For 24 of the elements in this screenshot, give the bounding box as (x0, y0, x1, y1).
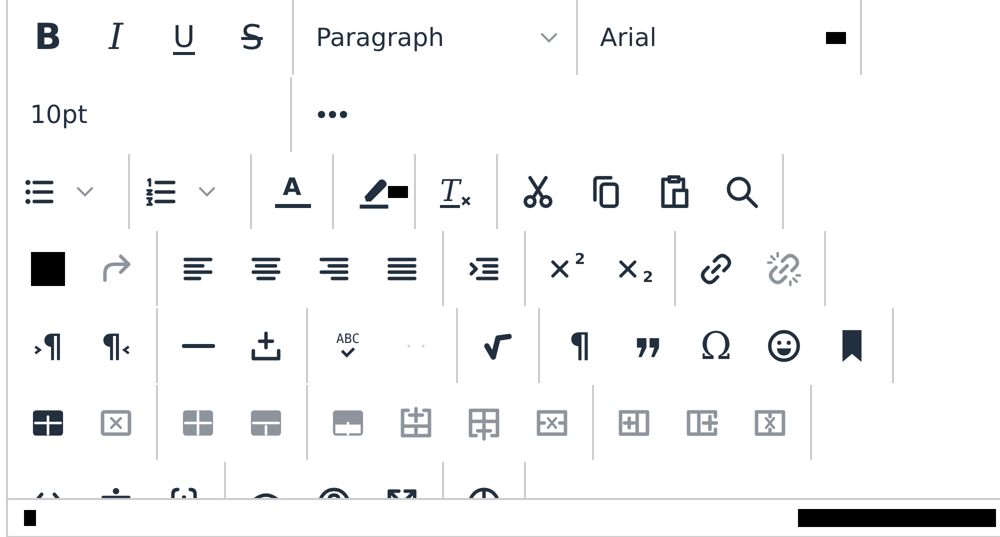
strikethrough-button[interactable]: S (218, 10, 286, 66)
dropdown-select[interactable]: Arial (584, 10, 854, 66)
dropdown-select[interactable]: 10pt (14, 86, 284, 142)
paragraph-mark-button[interactable]: ¶ (546, 318, 614, 374)
underline-button[interactable]: U (150, 10, 218, 66)
right-to-left-button[interactable]: ¶ (82, 318, 150, 374)
dots-icon (406, 342, 426, 348)
superscript-button[interactable]: 2 (532, 240, 600, 296)
dropdown-select[interactable]: Paragraph (300, 10, 570, 66)
dots-icon (316, 109, 348, 120)
bold-button[interactable]: B (14, 10, 82, 66)
clear-formatting-button[interactable]: T (422, 164, 490, 220)
horizontal-line-icon (182, 342, 214, 348)
redaction-box (31, 252, 65, 286)
redaction-box (24, 510, 36, 526)
special-character-button[interactable]: Ω (682, 318, 750, 374)
italic-button[interactable]: I (82, 10, 150, 66)
x-icon (460, 194, 472, 206)
left-to-right-button[interactable]: ¶ (14, 318, 82, 374)
color-bar (275, 204, 311, 208)
broken-link-icon (765, 250, 803, 288)
text-color-button[interactable]: A (258, 164, 326, 220)
subscript-button[interactable]: 2 (600, 240, 668, 296)
spellcheck-button[interactable]: ABC (314, 318, 382, 374)
